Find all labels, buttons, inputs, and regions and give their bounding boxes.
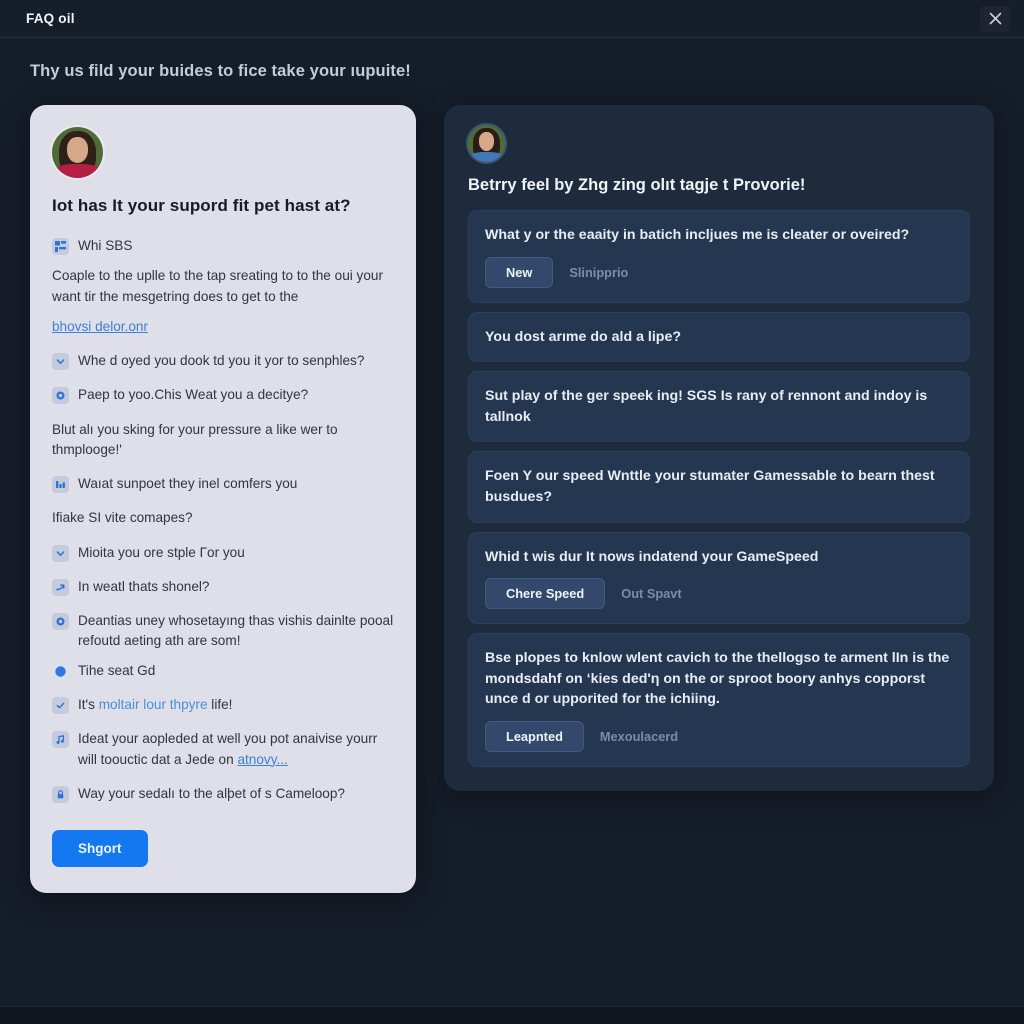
list-item[interactable]: In weatl thats shonel? xyxy=(52,577,394,597)
qa-question: What y or the eaaity in batich incljues … xyxy=(485,227,910,243)
list-item-label: Whe d oyed you dook td you it yor to sen… xyxy=(78,353,365,369)
submit-button[interactable]: Shgort xyxy=(52,829,148,867)
qa-item[interactable]: Bse plopes to knlow wlent cavich to the … xyxy=(468,633,970,767)
list-item[interactable]: Paep to yoo.Chis Weat you a decitye? xyxy=(52,385,394,405)
list-item-label: Deantias uney whosetayıng thas vishis da… xyxy=(78,613,394,649)
window-title: FAQ oil xyxy=(26,11,75,26)
list-item[interactable]: Whe d oyed you dook td you it yor to sen… xyxy=(52,351,394,371)
chart-grid-icon xyxy=(52,238,69,255)
list-item-label: Way your sedalı to the alþet of s Camelo… xyxy=(78,785,345,801)
note-text: Ideat your aopleded at well you pot anai… xyxy=(78,731,378,767)
avatar xyxy=(52,127,103,178)
left-paragraph: Ifiake SI vite comapes? xyxy=(52,510,193,526)
qa-primary-action[interactable]: Leapnted xyxy=(485,720,584,752)
avatar-body xyxy=(470,151,503,162)
qa-item[interactable]: Foen Y our speed Wnttle your stumater Ga… xyxy=(468,451,970,523)
list-item-label: In weatl thats shonel? xyxy=(78,578,210,594)
note-icon xyxy=(52,731,69,749)
inline-link[interactable]: moltair lour thpyre xyxy=(99,697,208,712)
qa-item[interactable]: You dost arıme do ald a lipe? xyxy=(468,311,970,363)
left-link-row: bhovsi delor.onr xyxy=(52,317,394,337)
qa-item[interactable]: Sut play of the ger speek ing! SGS Is ra… xyxy=(468,371,970,443)
list-item[interactable]: Deantias uney whosetayıng thas vishis da… xyxy=(52,611,394,651)
circle-filled-icon xyxy=(52,663,69,680)
list-item[interactable]: Waıat sunpoet they inel comfers you xyxy=(52,474,394,494)
qa-primary-action[interactable]: Chere Speed xyxy=(485,578,606,610)
avatar-face xyxy=(66,137,89,163)
list-item-label: Paep to yoo.Chis Weat you a decitye? xyxy=(78,387,309,403)
left-card-heading: Iot has It your supord fit pet hast at? xyxy=(52,196,351,215)
bar-chart-icon xyxy=(52,476,69,494)
avatar xyxy=(468,125,505,162)
qa-secondary-action[interactable]: Slinipprio xyxy=(565,258,632,287)
qa-actions: Chere Speed Out Spavt xyxy=(485,578,953,610)
chevron-down-icon xyxy=(52,353,69,371)
bottom-strip xyxy=(0,1006,1024,1024)
qa-question: Bse plopes to knlow wlent cavich to the … xyxy=(485,650,950,708)
list-item-label: Whi SBS xyxy=(78,238,133,253)
chevron-down-icon xyxy=(52,544,69,562)
qa-item[interactable]: Whid t wis dur It nows indatend your Gam… xyxy=(468,531,970,625)
inline-link-tail[interactable]: atnovy... xyxy=(237,752,287,767)
qa-question: You dost arıme do ald a lipe? xyxy=(485,328,682,345)
reference-link[interactable]: bhovsi delor.onr xyxy=(52,319,148,334)
close-icon[interactable] xyxy=(980,6,1010,32)
circle-ring-icon xyxy=(52,387,69,405)
list-item[interactable]: It's moltair lour thpyre life! xyxy=(52,695,394,715)
title-bar: FAQ oil xyxy=(0,0,1024,38)
qa-question: Foen Y our speed Wnttle your stumater Ga… xyxy=(485,468,935,505)
list-item-label: Ideat your aopleded at well you pot anai… xyxy=(78,729,394,769)
faq-left-card: Iot has It your supord fit pet hast at? … xyxy=(30,105,416,893)
qa-primary-action[interactable]: New xyxy=(485,256,554,288)
avatar-body xyxy=(55,163,100,178)
list-item[interactable]: Way your sedalı to the alþet of s Camelo… xyxy=(52,784,394,804)
list-item-label: Waıat sunpoet they inel comfers you xyxy=(78,476,298,492)
check-icon xyxy=(52,697,69,715)
list-item[interactable]: Whi SBS xyxy=(52,236,394,256)
right-card-heading: Betrry feel by Zhg zing olıt tagje t Pro… xyxy=(468,176,806,194)
left-paragraph: Coaple to the uplle to the tap sreating … xyxy=(52,268,384,304)
lock-icon xyxy=(52,785,69,803)
dialog-body: Iot has It your supord fit pet hast at? … xyxy=(0,97,1024,1024)
faq-right-card: Betrry feel by Zhg zing olıt tagje t Pro… xyxy=(444,105,994,791)
qa-question: Sut play of the ger speek ing! SGS Is ra… xyxy=(485,388,928,425)
left-paragraph: Blut alı you sking for your pressure a l… xyxy=(52,421,338,457)
subtitle-row: Thy us fild your buides to fice take you… xyxy=(0,38,1024,97)
list-item[interactable]: Tihe seat Gd xyxy=(52,661,394,681)
list-item-label: Tihe seat Gd xyxy=(78,663,156,679)
qa-secondary-action[interactable]: Mexoulacerd xyxy=(596,722,682,751)
arrow-icon xyxy=(52,578,69,596)
circle-ring-icon xyxy=(52,613,69,630)
page-subtitle: Thy us fild your buides to fice take you… xyxy=(30,62,411,80)
faq-dialog: FAQ oil Thy us fild your buides to fice … xyxy=(0,0,1024,1024)
avatar-face xyxy=(478,132,495,151)
list-item-label: It's moltair lour thpyre life! xyxy=(78,697,233,713)
list-item-label: Mioita you ore stple Гor you xyxy=(78,544,245,560)
list-item[interactable]: Ideat your aopleded at well you pot anai… xyxy=(52,729,394,769)
qa-secondary-action[interactable]: Out Spavt xyxy=(617,579,685,608)
qa-item[interactable]: What y or the eaaity in batich incljues … xyxy=(468,210,970,303)
list-item[interactable]: Mioita you ore stple Гor you xyxy=(52,543,394,563)
qa-actions: Leapnted Mexoulacerd xyxy=(485,720,953,752)
qa-question: Whid t wis dur It nows indatend your Gam… xyxy=(485,548,819,565)
qa-actions: New Slinipprio xyxy=(485,256,953,288)
